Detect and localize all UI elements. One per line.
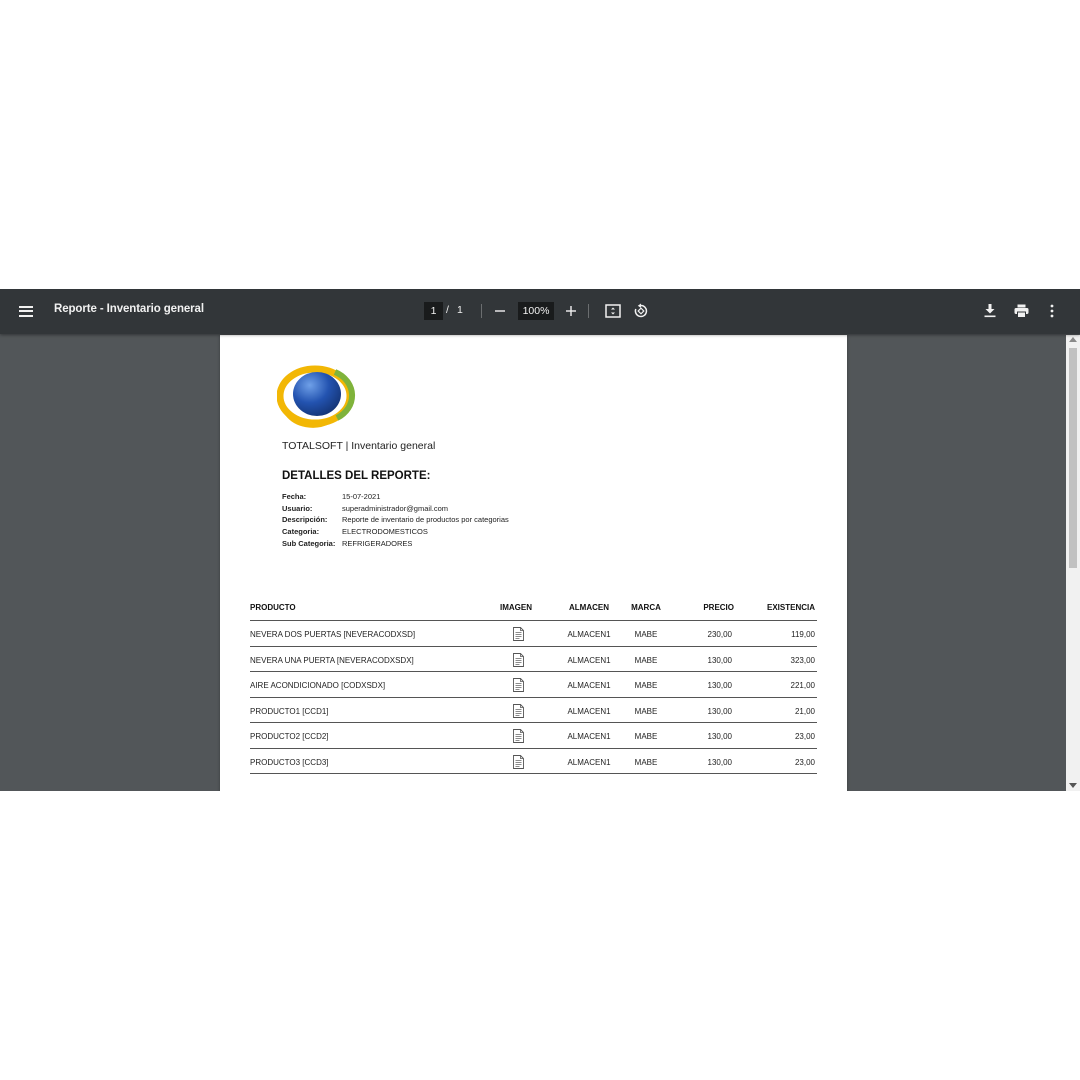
cell-producto: NEVERA UNA PUERTA [NEVERACODXSDX] [250, 655, 414, 665]
pdf-viewer: Reporte - Inventario general 1 / 1 100% [0, 289, 1080, 791]
company-logo [276, 362, 357, 428]
scroll-down-arrow[interactable] [1069, 783, 1077, 788]
cell-marca: MABE [634, 757, 658, 767]
cell-marca: MABE [634, 732, 658, 741]
detail-value: REFRIGERADORES [342, 538, 413, 548]
cell-existencia: 21,00 [794, 706, 815, 716]
cell-almacen: ALMACEN1 [567, 732, 611, 741]
more-icon[interactable] [1046, 302, 1058, 320]
page-number-input[interactable]: 1 [424, 302, 443, 320]
toolbar-divider [588, 304, 589, 318]
document-icon [513, 729, 524, 743]
table-body: NEVERA DOS PUERTAS [NEVERACODXSD] ALMACEN… [250, 621, 817, 774]
detail-label: Descripción: [282, 515, 328, 525]
header-marca: MARCA [631, 603, 661, 612]
header-almacen: ALMACEN [569, 603, 609, 612]
vertical-scrollbar[interactable] [1066, 335, 1080, 791]
toolbar-divider [481, 304, 482, 318]
document-title: Reporte - Inventario general [54, 303, 204, 315]
cell-producto: PRODUCTO2 [CCD2] [250, 732, 329, 741]
inventory-table: PRODUCTO IMAGEN ALMACEN MARCA PRECIO EXI… [250, 594, 817, 774]
cell-existencia: 119,00 [791, 630, 815, 639]
cell-almacen: ALMACEN1 [567, 681, 611, 690]
report-details-title: DETALLES DEL REPORTE: [282, 470, 431, 482]
pdf-page: TOTALSOFT | Inventario general DETALLES … [220, 335, 847, 791]
cell-precio: 130,00 [707, 757, 732, 767]
cell-producto: PRODUCTO1 [CCD1] [250, 706, 329, 716]
cell-almacen: ALMACEN1 [567, 655, 611, 665]
document-icon [513, 627, 524, 641]
zoom-out-icon[interactable] [492, 303, 508, 319]
table-header: PRODUCTO IMAGEN ALMACEN MARCA PRECIO EXI… [250, 594, 817, 621]
table-row: PRODUCTO2 [CCD2] ALMACEN1 MABE 130,00 23,00 [250, 723, 817, 749]
cell-producto: PRODUCTO3 [CCD3] [250, 757, 329, 767]
cell-producto: NEVERA DOS PUERTAS [NEVERACODXSD] [250, 630, 416, 639]
table-row: AIRE ACONDICIONADO [CODXSDX] ALMACEN1 MABE… [250, 672, 817, 698]
document-icon [513, 678, 524, 692]
cell-marca: MABE [634, 706, 658, 716]
table-row: PRODUCTO1 [CCD1] ALMACEN1 MABE 130,00 21,00 [250, 698, 817, 723]
rotate-icon[interactable] [632, 302, 650, 320]
page-separator: / [446, 304, 449, 316]
detail-value: Reporte de inventario de productos por c… [342, 515, 509, 525]
detail-label: Sub Categoria: [282, 538, 336, 548]
cell-precio: 130,00 [707, 732, 732, 741]
header-precio: PRECIO [703, 603, 734, 612]
download-icon[interactable] [982, 302, 998, 320]
detail-label: Fecha: [282, 492, 307, 501]
zoom-in-icon[interactable] [563, 303, 579, 319]
cell-producto: AIRE ACONDICIONADO [CODXSDX] [250, 681, 386, 690]
cell-almacen: ALMACEN1 [567, 706, 611, 716]
scroll-up-arrow[interactable] [1069, 337, 1077, 342]
detail-label: Categoria: [282, 527, 320, 537]
document-icon [513, 652, 524, 667]
header-existencia: EXISTENCIA [766, 603, 815, 612]
header-producto: PRODUCTO [250, 603, 296, 612]
cell-existencia: 23,00 [794, 732, 815, 741]
detail-value: superadministrador@gmail.com [342, 503, 448, 513]
cell-marca: MABE [634, 655, 658, 665]
document-icon [513, 754, 524, 769]
cell-existencia: 221,00 [790, 681, 815, 690]
fit-page-icon[interactable] [604, 303, 622, 319]
cell-existencia: 323,00 [790, 655, 815, 665]
pdf-toolbar: Reporte - Inventario general 1 / 1 100% [0, 289, 1080, 334]
detail-label: Usuario: [282, 503, 313, 513]
table-row: PRODUCTO3 [CCD3] ALMACEN1 MABE 130,00 23,00 [250, 749, 817, 774]
cell-precio: 130,00 [707, 706, 732, 716]
menu-icon[interactable] [14, 301, 38, 321]
detail-value: ELECTRODOMESTICOS [342, 527, 428, 537]
scroll-thumb[interactable] [1069, 348, 1077, 568]
cell-almacen: ALMACEN1 [567, 630, 611, 639]
page-total: 1 [457, 304, 463, 316]
header-imagen: IMAGEN [500, 603, 532, 612]
print-icon[interactable] [1012, 302, 1030, 320]
cell-marca: MABE [634, 630, 658, 639]
company-header: TOTALSOFT | Inventario general [282, 440, 436, 452]
cell-almacen: ALMACEN1 [567, 757, 611, 767]
detail-value: 15-07-2021 [342, 492, 381, 501]
cell-precio: 230,00 [707, 630, 732, 639]
document-icon [513, 703, 524, 718]
cell-marca: MABE [634, 681, 658, 690]
table-row: NEVERA UNA PUERTA [NEVERACODXSDX] ALMACEN… [250, 647, 817, 672]
cell-precio: 130,00 [707, 681, 732, 690]
cell-precio: 130,00 [707, 655, 732, 665]
cell-existencia: 23,00 [794, 757, 815, 767]
zoom-level-input[interactable]: 100% [518, 302, 554, 320]
table-row: NEVERA DOS PUERTAS [NEVERACODXSD] ALMACEN… [250, 621, 817, 647]
